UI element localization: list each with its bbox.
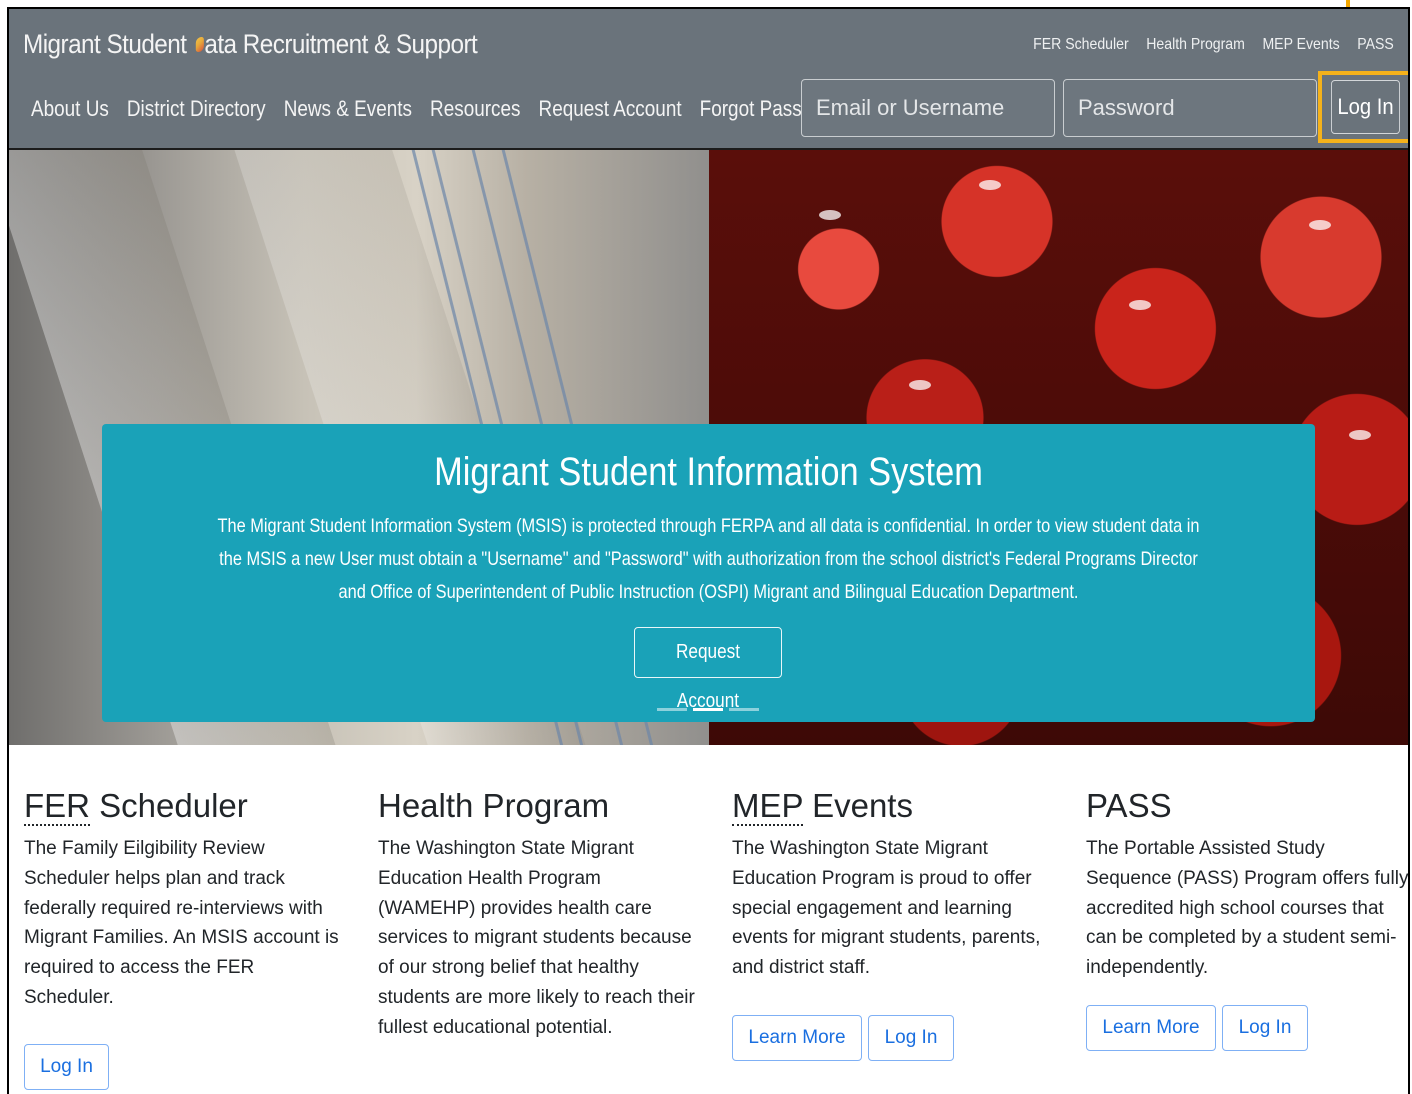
pass-learn-more-button[interactable]: Learn More	[1086, 1005, 1216, 1051]
hero-title: Migrant Student Information System	[434, 450, 983, 494]
request-account-button[interactable]: Request Account	[634, 627, 782, 712]
program-cards: FER Scheduler The Family Eilgibility Rev…	[9, 746, 1408, 1094]
carousel-indicators	[657, 708, 759, 711]
mep-learn-more-button[interactable]: Learn More	[732, 1015, 862, 1061]
card-title-abbr: MEP	[732, 787, 803, 826]
top-links: FER Scheduler Health Program MEP Events …	[1016, 36, 1394, 54]
carousel-indicator-1[interactable]	[657, 708, 687, 711]
top-link-mep-events[interactable]: MEP Events	[1263, 36, 1340, 54]
card-text: The Washington State Migrant Education H…	[378, 838, 695, 1038]
card-title-text: Health Program	[378, 787, 610, 824]
top-link-health-program[interactable]: Health Program	[1146, 36, 1245, 54]
nav-district-directory[interactable]: District Directory	[127, 96, 266, 122]
page-frame: Migrant Student ata Recruitment & Suppor…	[7, 7, 1410, 1094]
card-title: FER Scheduler	[24, 786, 349, 826]
brand-suffix: ata Recruitment & Support	[204, 29, 478, 59]
request-account-label: Request Account	[675, 641, 741, 712]
site-brand[interactable]: Migrant Student ata Recruitment & Suppor…	[23, 29, 478, 60]
card-text: The Washington State Migrant Education P…	[732, 838, 1041, 979]
brand-logo-icon	[195, 37, 204, 52]
hero-description: The Migrant Student Information System (…	[217, 515, 1200, 603]
card-health-program: Health Program The Washington State Migr…	[378, 786, 703, 1043]
nav-news-events[interactable]: News & Events	[284, 96, 412, 122]
pass-login-button[interactable]: Log In	[1222, 1005, 1308, 1051]
hero-caption: Migrant Student Information System The M…	[102, 424, 1315, 722]
email-field[interactable]	[801, 79, 1055, 137]
fer-login-button[interactable]: Log In	[24, 1044, 109, 1090]
top-link-fer-scheduler[interactable]: FER Scheduler	[1033, 36, 1128, 54]
hero-carousel: Migrant Student Information System The M…	[9, 150, 1408, 745]
login-highlight: Log In	[1318, 71, 1408, 143]
mep-login-button[interactable]: Log In	[868, 1015, 954, 1061]
login-button[interactable]: Log In	[1331, 80, 1400, 134]
nav-about-us[interactable]: About Us	[31, 96, 109, 122]
card-title-text: Scheduler	[90, 787, 248, 824]
card-title-abbr: FER	[24, 787, 90, 826]
password-field[interactable]	[1063, 79, 1317, 137]
nav-request-account[interactable]: Request Account	[539, 96, 682, 122]
card-title: PASS	[1086, 786, 1408, 826]
card-text: The Family Eilgibility Review Scheduler …	[24, 838, 339, 1008]
card-title-text: Events	[802, 787, 913, 824]
carousel-indicator-2[interactable]	[693, 708, 723, 711]
nav-resources[interactable]: Resources	[430, 96, 520, 122]
card-fer-scheduler: FER Scheduler The Family Eilgibility Rev…	[24, 786, 349, 1013]
card-pass: PASS The Portable Assisted Study Sequenc…	[1086, 786, 1409, 983]
site-header: Migrant Student ata Recruitment & Suppor…	[9, 9, 1408, 150]
card-title-text: PASS	[1086, 787, 1172, 824]
card-title: Health Program	[378, 786, 703, 826]
card-mep-events: MEP Events The Washington State Migrant …	[732, 786, 1057, 983]
top-link-pass[interactable]: PASS	[1357, 36, 1394, 54]
brand-prefix: Migrant Student	[23, 29, 193, 59]
card-title: MEP Events	[732, 786, 1057, 826]
main-nav: About Us District Directory News & Event…	[31, 96, 861, 122]
carousel-indicator-3[interactable]	[729, 708, 759, 711]
card-text: The Portable Assisted Study Sequence (PA…	[1086, 838, 1409, 979]
